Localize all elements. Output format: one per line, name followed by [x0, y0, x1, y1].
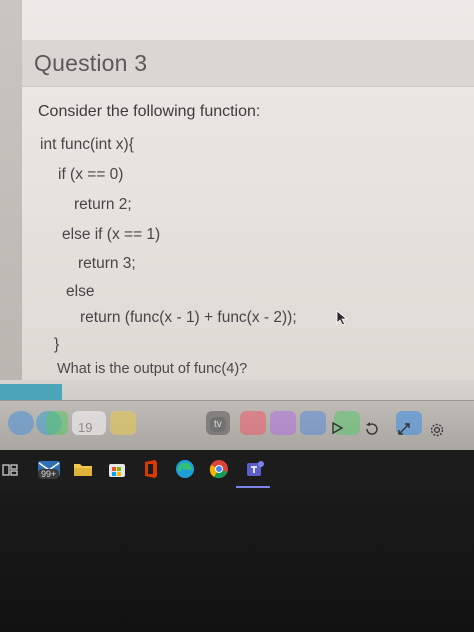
question-prompt: What is the output of func(4)?	[57, 361, 248, 377]
music-icon[interactable]	[240, 411, 266, 435]
pointer-cursor-icon	[336, 310, 348, 326]
office-icon[interactable]	[140, 458, 162, 480]
code-line-7: return (func(x - 1) + func(x - 2));	[80, 309, 297, 326]
store-icon[interactable]	[106, 458, 128, 480]
dark-foreground	[0, 490, 474, 632]
messages-icon[interactable]	[46, 411, 68, 435]
settings-icon[interactable]	[428, 421, 446, 439]
browser-page: Question 3 Consider the following functi…	[0, 0, 474, 400]
code-line-3: return 2;	[74, 196, 132, 213]
mail-badge: 99+	[38, 469, 60, 479]
accent-strip	[0, 384, 62, 400]
file-explorer-icon[interactable]	[72, 458, 94, 480]
question-intro: Consider the following function:	[38, 103, 261, 120]
left-margin	[0, 0, 22, 400]
question-title: Question 3	[34, 50, 148, 76]
chrome-icon[interactable]	[208, 458, 230, 480]
tv-label: tv	[210, 417, 226, 432]
finder-icon[interactable]	[8, 411, 34, 435]
calendar-date: 19	[78, 420, 93, 435]
code-line-6: else	[66, 283, 95, 300]
code-line-1: int func(int x){	[40, 136, 134, 153]
code-line-2: if (x == 0)	[58, 166, 124, 183]
keynote-icon[interactable]	[300, 411, 326, 435]
play-icon[interactable]	[330, 421, 344, 435]
edge-icon[interactable]	[174, 458, 196, 480]
task-view-icon[interactable]	[2, 462, 18, 478]
code-line-8: }	[54, 336, 60, 353]
windows-taskbar: 99+	[0, 450, 474, 490]
code-line-5: return 3;	[78, 255, 136, 272]
code-line-4: else if (x == 1)	[62, 226, 161, 243]
active-indicator	[236, 486, 270, 488]
refresh-icon[interactable]	[364, 421, 380, 437]
expand-icon[interactable]	[396, 421, 412, 437]
dock: 19 tv	[0, 400, 474, 451]
teams-icon[interactable]	[244, 458, 266, 480]
question-header: Question 3	[22, 40, 474, 87]
podcasts-icon[interactable]	[270, 411, 296, 435]
page-footer-area	[0, 380, 474, 400]
notes-icon[interactable]	[110, 411, 136, 435]
